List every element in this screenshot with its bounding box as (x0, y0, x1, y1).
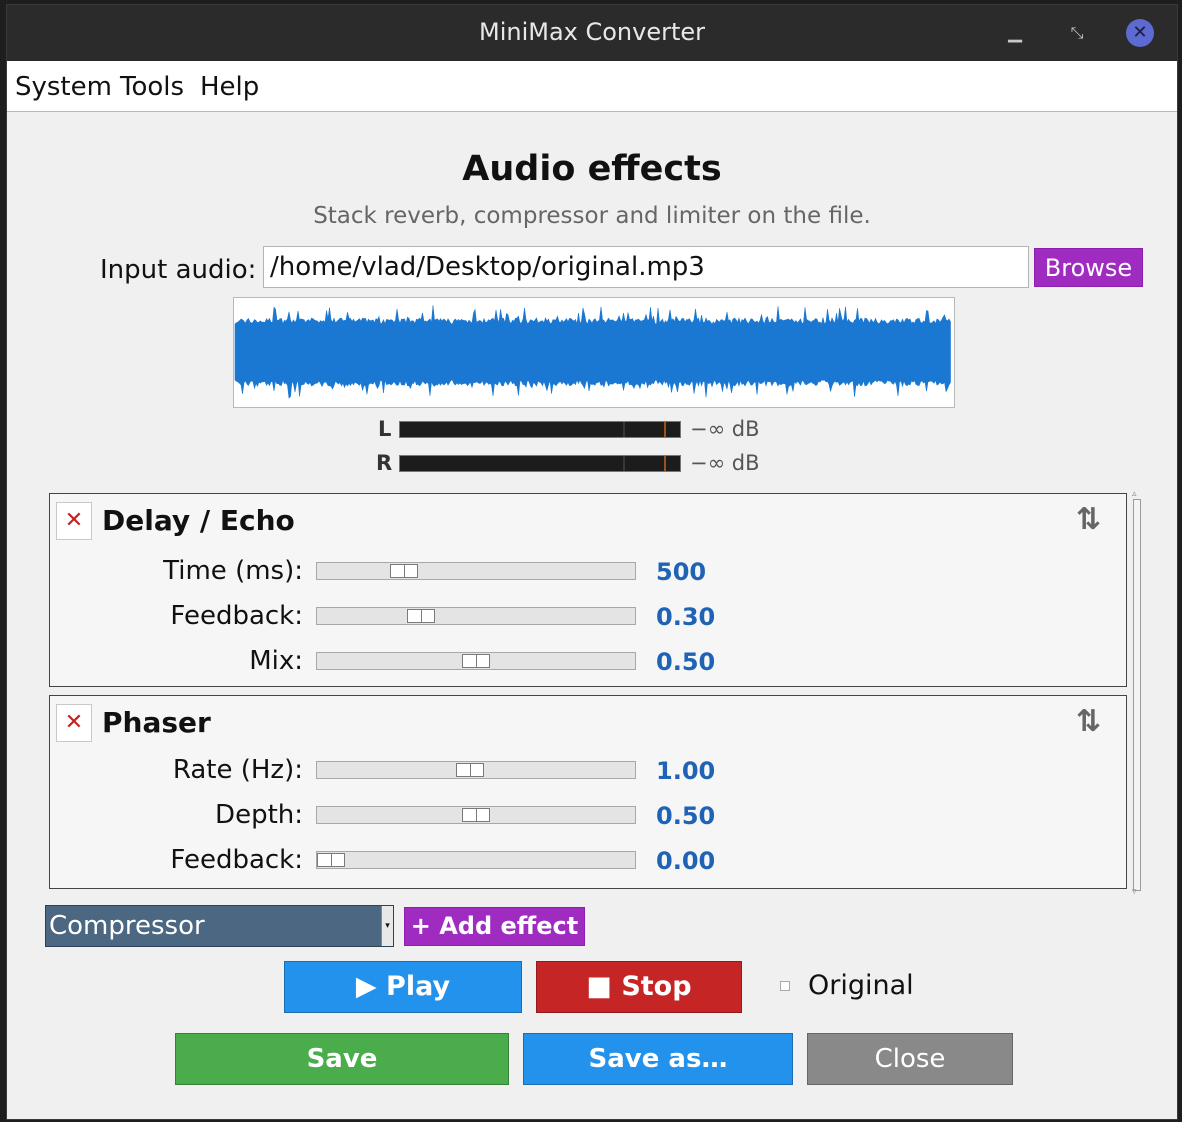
menu-bar: System Tools Help (7, 61, 1177, 112)
page-subtitle: Stack reverb, compressor and limiter on … (313, 203, 871, 229)
save-button[interactable]: Save (175, 1033, 509, 1085)
param-value: 0.50 (656, 802, 716, 830)
reorder-icon[interactable]: ⇅ (1076, 704, 1101, 739)
feedback-slider[interactable] (316, 851, 636, 869)
effect-type-selected: Compressor (49, 911, 205, 941)
menu-tools[interactable]: Tools (120, 72, 184, 102)
time-slider[interactable] (316, 562, 636, 580)
menu-help[interactable]: Help (200, 72, 259, 102)
param-label: Feedback: (170, 845, 303, 875)
browse-button[interactable]: Browse (1034, 248, 1143, 287)
slider-thumb[interactable] (390, 564, 418, 578)
effect-title: Phaser (102, 706, 211, 739)
scroll-up-icon[interactable]: ▵ (1132, 489, 1137, 499)
param-value: 0.50 (656, 648, 716, 676)
page-title: Audio effects (462, 149, 722, 189)
effect-title: Delay / Echo (102, 504, 295, 537)
param-label: Feedback: (170, 601, 303, 631)
slider-thumb[interactable] (456, 763, 484, 777)
effects-scrollbar[interactable]: ▵ ▿ (1130, 489, 1144, 897)
param-label: Mix: (249, 646, 303, 676)
meter-left-readout: −∞ dB (690, 417, 760, 441)
reorder-icon[interactable]: ⇅ (1076, 502, 1101, 537)
waveform-shape (234, 305, 951, 399)
close-button[interactable]: Close (807, 1033, 1013, 1085)
effects-list: ✕ Delay / Echo ⇅ Time (ms): 500 Feedback… (47, 491, 1129, 897)
minimize-icon[interactable]: ▁ (1001, 19, 1029, 47)
scroll-down-icon[interactable]: ▿ (1132, 887, 1137, 897)
slider-thumb[interactable] (407, 609, 435, 623)
waveform-display (233, 297, 955, 408)
chevron-down-icon[interactable]: ▾ (381, 906, 393, 946)
meter-right-readout: −∞ dB (690, 451, 760, 475)
title-bar: MiniMax Converter ▁ ⤡ ✕ (7, 5, 1177, 61)
effect-panel-delay: ✕ Delay / Echo ⇅ Time (ms): 500 Feedback… (49, 493, 1127, 687)
feedback-slider[interactable] (316, 607, 636, 625)
slider-thumb[interactable] (462, 808, 490, 822)
meter-right-label: R (376, 451, 393, 475)
app-window: MiniMax Converter ▁ ⤡ ✕ System Tools Hel… (6, 4, 1178, 1120)
rate-slider[interactable] (316, 761, 636, 779)
remove-effect-icon[interactable]: ✕ (56, 704, 92, 742)
param-value: 0.00 (656, 847, 716, 875)
input-audio-label: Input audio: (100, 255, 257, 285)
input-audio-field[interactable] (263, 246, 1029, 288)
meter-right-bar (399, 455, 681, 472)
depth-slider[interactable] (316, 806, 636, 824)
play-button[interactable]: ▶ Play (284, 961, 522, 1013)
close-window-icon[interactable]: ✕ (1126, 19, 1154, 47)
param-label: Time (ms): (163, 556, 303, 586)
param-value: 0.30 (656, 603, 716, 631)
param-label: Rate (Hz): (172, 755, 303, 785)
add-effect-button[interactable]: + Add effect (404, 907, 585, 946)
original-checkbox[interactable] (780, 981, 790, 991)
mix-slider[interactable] (316, 652, 636, 670)
maximize-icon[interactable]: ⤡ (1063, 19, 1091, 47)
meter-left-ticks (623, 422, 666, 437)
meter-left-label: L (378, 417, 392, 441)
stop-button[interactable]: ■ Stop (536, 961, 742, 1013)
slider-thumb[interactable] (462, 654, 490, 668)
meter-left-bar (399, 421, 681, 438)
param-value: 1.00 (656, 757, 716, 785)
slider-thumb[interactable] (317, 853, 345, 867)
param-label: Depth: (215, 800, 303, 830)
param-value: 500 (656, 558, 707, 586)
meter-right-ticks (623, 456, 666, 471)
original-label: Original (808, 970, 914, 1001)
remove-effect-icon[interactable]: ✕ (56, 502, 92, 540)
scrollbar-track[interactable] (1133, 499, 1141, 891)
effect-type-select[interactable]: Compressor ▾ (45, 905, 394, 947)
effect-panel-phaser: ✕ Phaser ⇅ Rate (Hz): 1.00 Depth: 0.50 F… (49, 695, 1127, 889)
waveform-graph (234, 305, 951, 399)
menu-system[interactable]: System (15, 72, 112, 102)
save-as-button[interactable]: Save as… (523, 1033, 793, 1085)
